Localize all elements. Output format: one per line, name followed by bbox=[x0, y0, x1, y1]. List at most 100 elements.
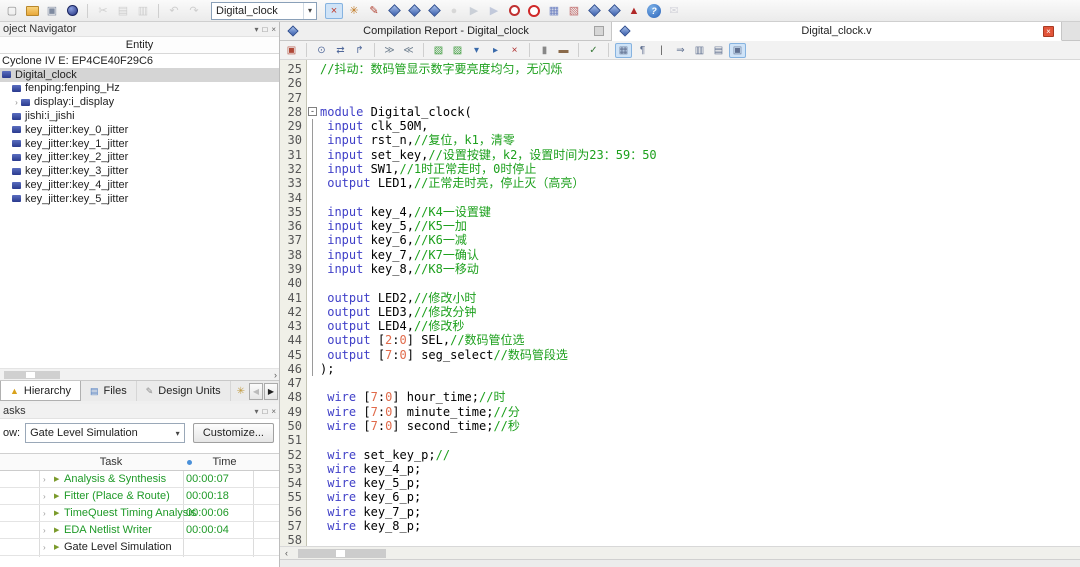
start-analysis-icon[interactable]: ▶ bbox=[485, 3, 503, 19]
tab-scroll-left-button[interactable]: ◀ bbox=[249, 383, 263, 400]
tab-digital-clock-v[interactable]: Digital_clock.v × bbox=[612, 22, 1062, 41]
bookmark-next-icon[interactable]: ▸ bbox=[487, 43, 504, 58]
code-line[interactable]: wire key_8_p; bbox=[307, 519, 1080, 533]
tree-item[interactable]: key_jitter:key_1_jitter bbox=[0, 137, 279, 151]
print-icon[interactable]: ▣ bbox=[283, 43, 300, 58]
code-line[interactable]: -module Digital_clock( bbox=[307, 105, 1080, 119]
project-combobox[interactable]: Digital_clock ▾ bbox=[211, 2, 317, 20]
project-icon[interactable] bbox=[63, 3, 81, 19]
tree-item[interactable]: fenping:fenping_Hz bbox=[0, 82, 279, 96]
tab-hierarchy[interactable]: ▲Hierarchy bbox=[0, 381, 81, 401]
code-line[interactable]: input key_7,//K7一确认 bbox=[307, 248, 1080, 262]
code-line[interactable]: input key_5,//K5一加 bbox=[307, 219, 1080, 233]
code-line[interactable]: output LED3,//修改分钟 bbox=[307, 305, 1080, 319]
undo-icon[interactable]: ↶ bbox=[165, 3, 183, 19]
compile-design-icon[interactable] bbox=[385, 3, 403, 19]
code-line[interactable]: wire key_6_p; bbox=[307, 490, 1080, 504]
code-line[interactable]: wire set_key_p;// bbox=[307, 448, 1080, 462]
code-line[interactable]: ); bbox=[307, 362, 1080, 376]
tree-item[interactable]: key_jitter:key_2_jitter bbox=[0, 151, 279, 165]
code-line[interactable]: wire key_4_p; bbox=[307, 462, 1080, 476]
code-line[interactable]: output LED4,//修改秒 bbox=[307, 319, 1080, 333]
tree-item[interactable]: key_jitter:key_5_jitter bbox=[0, 192, 279, 206]
copy-icon[interactable]: ▤ bbox=[114, 3, 132, 19]
task-row[interactable]: ›▶Fitter (Place & Route)00:00:18 bbox=[0, 488, 279, 505]
close-icon[interactable] bbox=[594, 26, 604, 36]
code-line[interactable]: output [7:0] seg_select//数码管段选 bbox=[307, 348, 1080, 362]
code-line[interactable]: input key_4,//K4一设置键 bbox=[307, 205, 1080, 219]
code-line[interactable]: input key_6,//K6一减 bbox=[307, 233, 1080, 247]
programmer-icon[interactable]: ▲ bbox=[625, 3, 643, 19]
expand-chevron-icon[interactable]: › bbox=[43, 488, 46, 505]
tree-item[interactable]: Digital_clock bbox=[0, 68, 279, 82]
expand-chevron-icon[interactable]: › bbox=[43, 522, 46, 539]
entity-column-header[interactable]: Entity bbox=[0, 37, 279, 54]
code-line[interactable]: wire key_5_p; bbox=[307, 476, 1080, 490]
dock-float-icon[interactable]: □ bbox=[262, 25, 267, 34]
expand-chevron-icon[interactable]: › bbox=[43, 471, 46, 488]
dock-menu-icon[interactable]: ▾ bbox=[254, 25, 258, 34]
code-line[interactable] bbox=[307, 433, 1080, 447]
task-row[interactable]: ›▶Analysis & Synthesis00:00:07 bbox=[0, 471, 279, 488]
word-wrap-icon[interactable]: ¶ bbox=[634, 43, 651, 58]
dock-menu-icon[interactable]: ▾ bbox=[254, 407, 258, 416]
tree-item[interactable]: key_jitter:key_3_jitter bbox=[0, 164, 279, 178]
code-line[interactable]: wire key_7_p; bbox=[307, 505, 1080, 519]
comment-icon[interactable]: ▧ bbox=[430, 43, 447, 58]
scroll-right-icon[interactable]: › bbox=[274, 369, 277, 381]
incremental-compile-icon[interactable] bbox=[405, 3, 423, 19]
help-icon[interactable]: ? bbox=[645, 3, 663, 19]
code-line[interactable] bbox=[307, 91, 1080, 105]
block-select-icon[interactable]: ▦ bbox=[615, 43, 632, 58]
code-line[interactable]: input set_key,//设置按键，k2，设置时间为23：59：50 bbox=[307, 148, 1080, 162]
code-line[interactable]: input SW1,//1时正常走时，0时停止 bbox=[307, 162, 1080, 176]
clock-icon[interactable] bbox=[505, 3, 523, 19]
syntax-check-icon[interactable]: ✓ bbox=[585, 43, 602, 58]
outline-icon[interactable]: ▤ bbox=[710, 43, 727, 58]
stopwatch-icon[interactable] bbox=[525, 3, 543, 19]
tree-item[interactable]: ›display:i_display bbox=[0, 95, 279, 109]
wand-icon[interactable]: ✳ bbox=[237, 386, 245, 397]
bookmark-toggle-icon[interactable]: ▾ bbox=[468, 43, 485, 58]
cursor-mode-icon[interactable]: | bbox=[653, 43, 670, 58]
code-line[interactable]: //抖动：数码管显示数字要亮度均匀，无闪烁 bbox=[307, 62, 1080, 76]
code-line[interactable] bbox=[307, 276, 1080, 290]
tree-item[interactable]: key_jitter:key_4_jitter bbox=[0, 178, 279, 192]
scrollbar-thumb[interactable] bbox=[298, 549, 386, 558]
task-column-header[interactable]: Task bbox=[39, 454, 183, 471]
find-icon[interactable]: ⊙ bbox=[313, 43, 330, 58]
chevron-right-icon[interactable]: › bbox=[12, 98, 21, 107]
redo-icon[interactable]: ↷ bbox=[185, 3, 203, 19]
code-editor[interactable]: 2526272829303132333435363738394041424344… bbox=[280, 60, 1080, 546]
dock-float-icon[interactable]: □ bbox=[262, 407, 267, 416]
wizard-icon[interactable]: ✳ bbox=[345, 3, 363, 19]
start-compilation-icon[interactable]: ▶ bbox=[465, 3, 483, 19]
tab-scroll-right-button[interactable]: ▶ bbox=[264, 383, 278, 400]
code-line[interactable] bbox=[307, 76, 1080, 90]
tree-horizontal-scrollbar[interactable]: › bbox=[0, 368, 279, 380]
tree-item[interactable]: Cyclone IV E: EP4CE40F29C6 bbox=[0, 54, 279, 68]
new-file-icon[interactable]: ▢ bbox=[3, 3, 21, 19]
code-line[interactable] bbox=[307, 191, 1080, 205]
code-area[interactable]: //抖动：数码管显示数字要亮度均匀，无闪烁 -module Digital_clo… bbox=[307, 60, 1080, 546]
tab-design-units[interactable]: ✎Design Units bbox=[137, 381, 231, 401]
fold-marker-icon[interactable]: - bbox=[308, 107, 317, 116]
time-column-header[interactable]: Time bbox=[196, 454, 253, 471]
customize-button[interactable]: Customize... bbox=[193, 423, 274, 443]
uncomment-icon[interactable]: ▨ bbox=[449, 43, 466, 58]
code-line[interactable] bbox=[307, 533, 1080, 546]
scrollbar-thumb[interactable] bbox=[4, 371, 60, 379]
tree-item[interactable]: jishi:i_jishi bbox=[0, 109, 279, 123]
close-icon[interactable]: × bbox=[1043, 26, 1054, 37]
code-line[interactable]: input rst_n,//复位，k1，清零 bbox=[307, 133, 1080, 147]
cut-icon[interactable]: ✂ bbox=[94, 3, 112, 19]
task-row[interactable]: ›▶EDA Netlist Writer00:00:04 bbox=[0, 522, 279, 539]
replace-icon[interactable]: ⇄ bbox=[332, 43, 349, 58]
code-line[interactable]: wire [7:0] second_time;//秒 bbox=[307, 419, 1080, 433]
paste-icon[interactable]: ▥ bbox=[134, 3, 152, 19]
code-line[interactable]: output LED1,//正常走时亮，停止灭（高亮） bbox=[307, 176, 1080, 190]
code-line[interactable]: output [2:0] SEL,//数码管位选 bbox=[307, 333, 1080, 347]
compilation-report-icon[interactable] bbox=[585, 3, 603, 19]
split-view-icon[interactable]: ▥ bbox=[691, 43, 708, 58]
code-line[interactable]: output LED2,//修改小时 bbox=[307, 291, 1080, 305]
